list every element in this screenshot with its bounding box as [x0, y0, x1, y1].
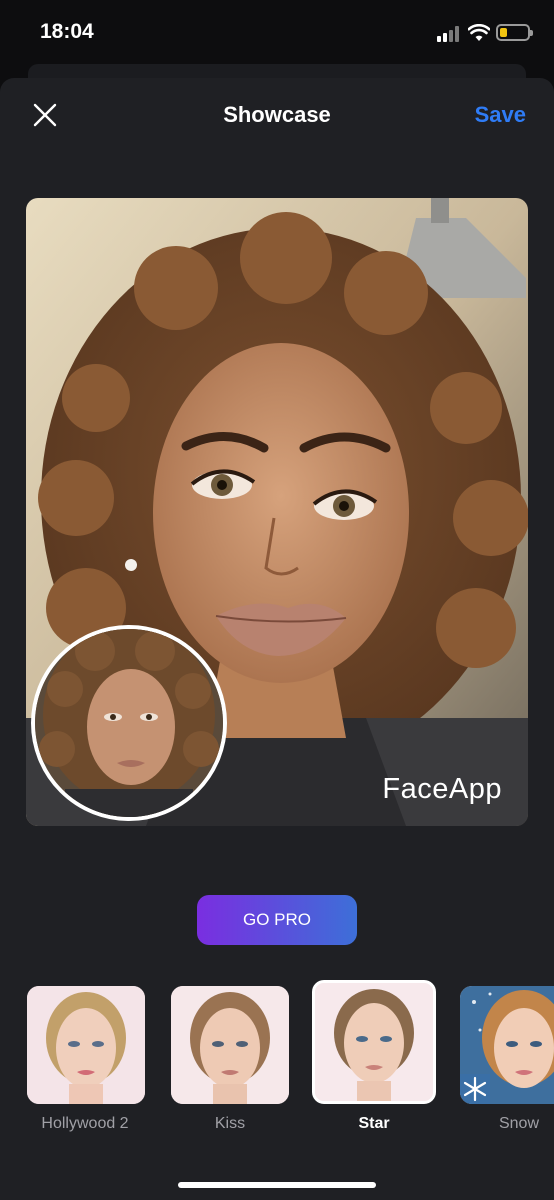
original-photo-thumbnail[interactable]: [31, 625, 227, 821]
star-preview-image: [315, 983, 433, 1101]
filter-label-kiss[interactable]: Kiss: [165, 1115, 295, 1133]
cellular-signal-icon: [437, 26, 463, 42]
filter-thumb-star[interactable]: [312, 980, 436, 1104]
filter-label-hollywood-2[interactable]: Hollywood 2: [20, 1115, 150, 1133]
home-indicator[interactable]: [178, 1182, 376, 1188]
status-bar: 18:04: [0, 0, 554, 66]
filter-label-star[interactable]: Star: [309, 1115, 439, 1133]
page-title: Showcase: [223, 102, 331, 127]
save-button[interactable]: Save: [475, 102, 526, 128]
snow-preview-image: [460, 986, 554, 1104]
filter-thumb-snow[interactable]: [460, 986, 554, 1104]
filter-thumb-hollywood-2[interactable]: [27, 986, 145, 1104]
wifi-icon: [468, 24, 490, 41]
filter-thumb-kiss[interactable]: [171, 986, 289, 1104]
kiss-preview-image: [171, 986, 289, 1104]
faceapp-watermark: FaceApp: [382, 773, 502, 805]
go-pro-button[interactable]: GO PRO: [197, 895, 357, 945]
hollywood-2-preview-image: [27, 986, 145, 1104]
battery-icon: [496, 24, 533, 41]
status-time: 18:04: [40, 20, 94, 43]
filter-label-snow[interactable]: Snow: [454, 1115, 554, 1133]
original-portrait-image: [35, 629, 223, 817]
